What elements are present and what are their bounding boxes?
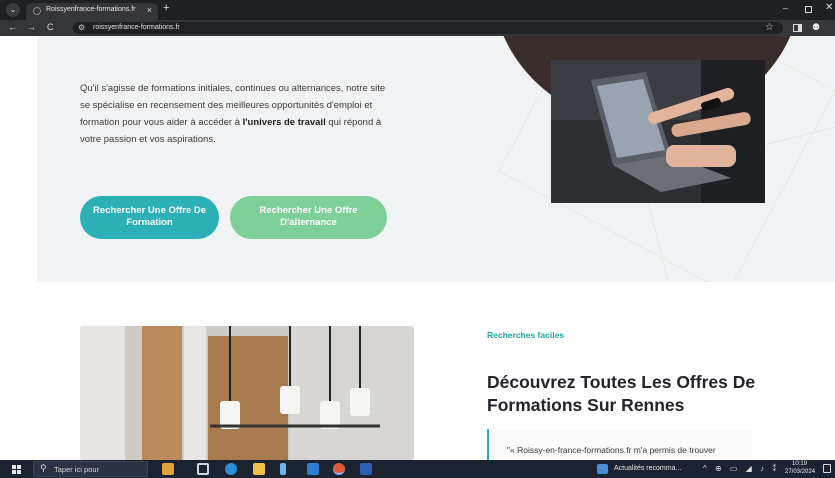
bookmark-star-icon[interactable]: ☆ (765, 22, 774, 33)
forward-button[interactable]: → (27, 22, 36, 32)
taskbar-search[interactable]: ⚲ Taper ici pour (33, 461, 148, 477)
url-text: roissyenfrance-formations.fr (93, 24, 180, 31)
web-page: Qu'il s'agisse de formations initiales, … (0, 36, 835, 460)
browser-tab-bar: ⌄ Roissyenfrance-formations.fr × + – ✕ (0, 0, 835, 20)
tab-close-icon[interactable]: × (147, 5, 152, 15)
windows-taskbar: ⚲ Taper ici pour Actualités recomma... ^… (0, 460, 835, 478)
tab-search-icon[interactable]: ⌄ (6, 3, 20, 17)
maximize-button[interactable] (805, 6, 812, 13)
search-alternance-button[interactable]: Rechercher Une Offre D'alternance (230, 196, 387, 239)
edge-icon[interactable] (225, 463, 237, 475)
minimize-button[interactable]: – (783, 3, 788, 13)
section-kicker: Recherches faciles (487, 330, 565, 340)
hero-intro-text: Qu'il s'agisse de formations initiales, … (80, 83, 386, 145)
hero-intro-emphasis: l'univers de travail (242, 117, 326, 128)
files-icon[interactable] (253, 463, 265, 475)
clock-time[interactable]: 10:19 (792, 461, 807, 467)
side-panel-icon[interactable] (793, 24, 802, 32)
clock-date[interactable]: 27/03/2024 (785, 469, 815, 475)
news-widget[interactable]: Actualités recomma... (614, 465, 681, 472)
site-info-icon[interactable]: ⚙ (78, 23, 85, 32)
tab-title: Roissyenfrance-formations.fr (46, 6, 136, 13)
interior-photo (80, 326, 414, 460)
browser-toolbar: ← → C ⚙ roissyenfrance-formations.fr ☆ ⚉ (0, 20, 835, 36)
favicon-icon (33, 7, 41, 15)
mail-icon[interactable] (307, 463, 319, 475)
search-icon: ⚲ (40, 463, 47, 473)
section-title: Découvrez Toutes Les Offres De Formation… (487, 372, 756, 415)
profile-icon[interactable]: ⚉ (812, 22, 820, 33)
reload-button[interactable]: C (47, 22, 54, 32)
testimonial-text: "« Roissy-en-france-formations.fr m'a pe… (507, 445, 716, 455)
system-tray[interactable]: ^ ⊕ ▭ ◢ ♪ ⁑ (703, 464, 779, 473)
back-button[interactable]: ← (8, 22, 17, 32)
chrome-icon[interactable] (333, 463, 345, 475)
close-window-button[interactable]: ✕ (825, 2, 833, 13)
word-icon[interactable] (360, 463, 372, 475)
windows-start-icon[interactable] (12, 465, 21, 474)
news-icon[interactable] (597, 464, 608, 474)
search-formation-button[interactable]: Rechercher Une Offre De Formation (80, 196, 219, 239)
notification-icon[interactable] (823, 464, 831, 473)
tab-roissyenfrance[interactable]: Roissyenfrance-formations.fr × (26, 3, 158, 20)
new-tab-button[interactable]: + (163, 2, 169, 14)
app-icon[interactable] (280, 463, 286, 475)
address-bar[interactable]: ⚙ roissyenfrance-formations.fr (73, 22, 783, 34)
task-view-icon[interactable] (197, 463, 209, 475)
laptop-photo (551, 60, 765, 203)
testimonial-quote: "« Roissy-en-france-formations.fr m'a pe… (487, 429, 752, 460)
search-placeholder: Taper ici pour (54, 465, 100, 474)
explorer-icon[interactable] (162, 463, 174, 475)
